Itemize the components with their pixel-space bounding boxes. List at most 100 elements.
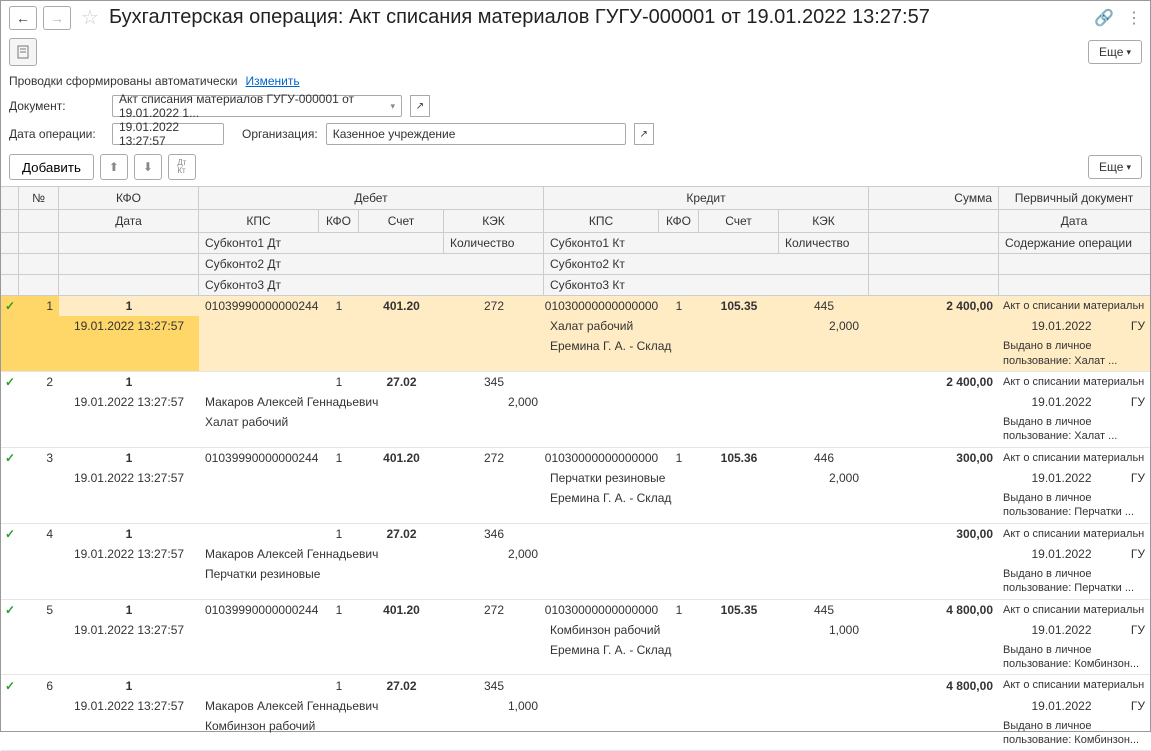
d-kfo: 1 bbox=[319, 675, 359, 695]
check-icon: ✓ bbox=[1, 372, 19, 392]
prim-title: Акт о списании материальн bbox=[999, 600, 1149, 620]
col-date[interactable]: Дата bbox=[59, 210, 199, 232]
more-label2: Еще bbox=[1099, 160, 1123, 174]
k-acct bbox=[699, 524, 779, 544]
col-prim[interactable]: Первичный документ bbox=[999, 187, 1149, 209]
k-kek bbox=[779, 372, 869, 392]
col-kfo-d[interactable]: КФО bbox=[319, 210, 359, 232]
k-qty: 2,000 bbox=[779, 316, 869, 336]
col-sub1d[interactable]: Субконто1 Дт bbox=[199, 233, 444, 253]
back-button[interactable]: ← bbox=[9, 6, 37, 30]
date-label: Дата операции: bbox=[9, 127, 104, 141]
col-content[interactable]: Содержание операции bbox=[999, 233, 1149, 253]
menu-dots-icon[interactable]: ⋮ bbox=[1126, 8, 1142, 28]
move-down-button[interactable]: ⬇ bbox=[134, 154, 162, 180]
k-sub1 bbox=[544, 392, 779, 412]
prim-title: Акт о списании материальн bbox=[999, 372, 1149, 392]
col-kek-d[interactable]: КЭК bbox=[444, 210, 544, 232]
col-sub2k[interactable]: Субконто2 Кт bbox=[544, 254, 869, 274]
k-qty: 2,000 bbox=[779, 468, 869, 488]
col-kps-d[interactable]: КПС bbox=[199, 210, 319, 232]
change-link[interactable]: Изменить bbox=[246, 74, 300, 88]
k-kfo bbox=[659, 372, 699, 392]
col-kfo-k[interactable]: КФО bbox=[659, 210, 699, 232]
col-sub3k[interactable]: Субконто3 Кт bbox=[544, 275, 869, 295]
row-date: 19.01.2022 13:27:57 bbox=[59, 468, 199, 488]
d-kfo: 1 bbox=[319, 600, 359, 620]
table-row[interactable]: ✓ 4 1 1 27.02 346 300,00 Акт о списании … bbox=[1, 524, 1150, 600]
k-acct: 105.35 bbox=[699, 296, 779, 316]
org-open-button[interactable]: ↗ bbox=[634, 123, 654, 145]
document-field[interactable]: Акт списания материалов ГУГУ-000001 от 1… bbox=[112, 95, 402, 117]
prim-date: 19.01.2022 bbox=[1003, 623, 1120, 637]
row-date: 19.01.2022 13:27:57 bbox=[59, 316, 199, 336]
row-num: 3 bbox=[19, 448, 59, 468]
col-num[interactable]: № bbox=[19, 187, 59, 209]
table-row[interactable]: ✓ 2 1 1 27.02 345 2 400,00 Акт о списани… bbox=[1, 372, 1150, 448]
k-sub2 bbox=[544, 564, 869, 599]
col-kps-k[interactable]: КПС bbox=[544, 210, 659, 232]
col-debit[interactable]: Дебет bbox=[199, 187, 544, 209]
page-title: Бухгалтерская операция: Акт списания мат… bbox=[109, 6, 1082, 29]
forward-button[interactable]: → bbox=[43, 6, 71, 30]
row-kfo: 1 bbox=[59, 372, 199, 392]
k-sub1: Халат рабочий bbox=[544, 316, 779, 336]
d-kps bbox=[199, 675, 319, 695]
check-icon: ✓ bbox=[1, 675, 19, 695]
d-kfo: 1 bbox=[319, 524, 359, 544]
col-acct-d[interactable]: Счет bbox=[359, 210, 444, 232]
col-check bbox=[1, 187, 19, 209]
check-icon: ✓ bbox=[1, 524, 19, 544]
d-kps bbox=[199, 372, 319, 392]
d-kfo: 1 bbox=[319, 372, 359, 392]
col-sub3d[interactable]: Субконто3 Дт bbox=[199, 275, 544, 295]
col-sub2d[interactable]: Субконто2 Дт bbox=[199, 254, 544, 274]
dropdown-icon: ▾ bbox=[390, 101, 395, 112]
d-sub2 bbox=[199, 488, 544, 523]
col-sub1k[interactable]: Субконто1 Кт bbox=[544, 233, 779, 253]
date-field[interactable]: 19.01.2022 13:27:57 bbox=[112, 123, 224, 145]
col-prim-date[interactable]: Дата bbox=[999, 210, 1149, 232]
k-kfo bbox=[659, 675, 699, 695]
k-kek: 445 bbox=[779, 296, 869, 316]
col-sum[interactable]: Сумма bbox=[869, 187, 999, 209]
row-kfo: 1 bbox=[59, 524, 199, 544]
k-kek: 445 bbox=[779, 600, 869, 620]
k-acct: 105.35 bbox=[699, 600, 779, 620]
table-row[interactable]: ✓ 5 1 01039990000000244 1 401.20 272 010… bbox=[1, 600, 1150, 676]
row-kfo: 1 bbox=[59, 675, 199, 695]
document-icon-button[interactable] bbox=[9, 38, 37, 66]
row-content: Выдано в личное пользование: Халат ... bbox=[999, 412, 1149, 447]
check-icon: ✓ bbox=[1, 448, 19, 468]
col-kfo[interactable]: КФО bbox=[59, 187, 199, 209]
row-date: 19.01.2022 13:27:57 bbox=[59, 696, 199, 716]
k-kps bbox=[544, 675, 659, 695]
col-credit[interactable]: Кредит bbox=[544, 187, 869, 209]
k-sub1 bbox=[544, 544, 779, 564]
dtkt-button[interactable]: ДтКт bbox=[168, 154, 196, 180]
table-row[interactable]: ✓ 6 1 1 27.02 345 4 800,00 Акт о списани… bbox=[1, 675, 1150, 751]
prim-date: 19.01.2022 bbox=[1003, 395, 1120, 409]
move-up-button[interactable]: ⬆ bbox=[100, 154, 128, 180]
table-row[interactable]: ✓ 1 1 01039990000000244 1 401.20 272 010… bbox=[1, 296, 1150, 372]
document-open-button[interactable]: ↗ bbox=[410, 95, 430, 117]
k-acct bbox=[699, 675, 779, 695]
more-button-top[interactable]: Еще▾ bbox=[1088, 40, 1142, 64]
d-kek: 272 bbox=[444, 600, 544, 620]
favorite-icon[interactable]: ☆ bbox=[81, 5, 99, 30]
col-qty-k[interactable]: Количество bbox=[779, 233, 869, 253]
d-kps: 01039990000000244 bbox=[199, 296, 319, 316]
link-icon[interactable]: 🔗 bbox=[1094, 8, 1114, 28]
prim-date: 19.01.2022 bbox=[1003, 699, 1120, 713]
d-kps: 01039990000000244 bbox=[199, 600, 319, 620]
d-sub2 bbox=[199, 640, 544, 675]
col-qty-d[interactable]: Количество bbox=[444, 233, 544, 253]
org-field[interactable]: Казенное учреждение bbox=[326, 123, 626, 145]
more-button-grid[interactable]: Еще▾ bbox=[1088, 155, 1142, 179]
add-button[interactable]: Добавить bbox=[9, 154, 94, 180]
k-kek bbox=[779, 524, 869, 544]
table-row[interactable]: ✓ 3 1 01039990000000244 1 401.20 272 010… bbox=[1, 448, 1150, 524]
col-kek-k[interactable]: КЭК bbox=[779, 210, 869, 232]
k-sub2: Еремина Г. А. - Склад bbox=[544, 488, 869, 523]
col-acct-k[interactable]: Счет bbox=[699, 210, 779, 232]
